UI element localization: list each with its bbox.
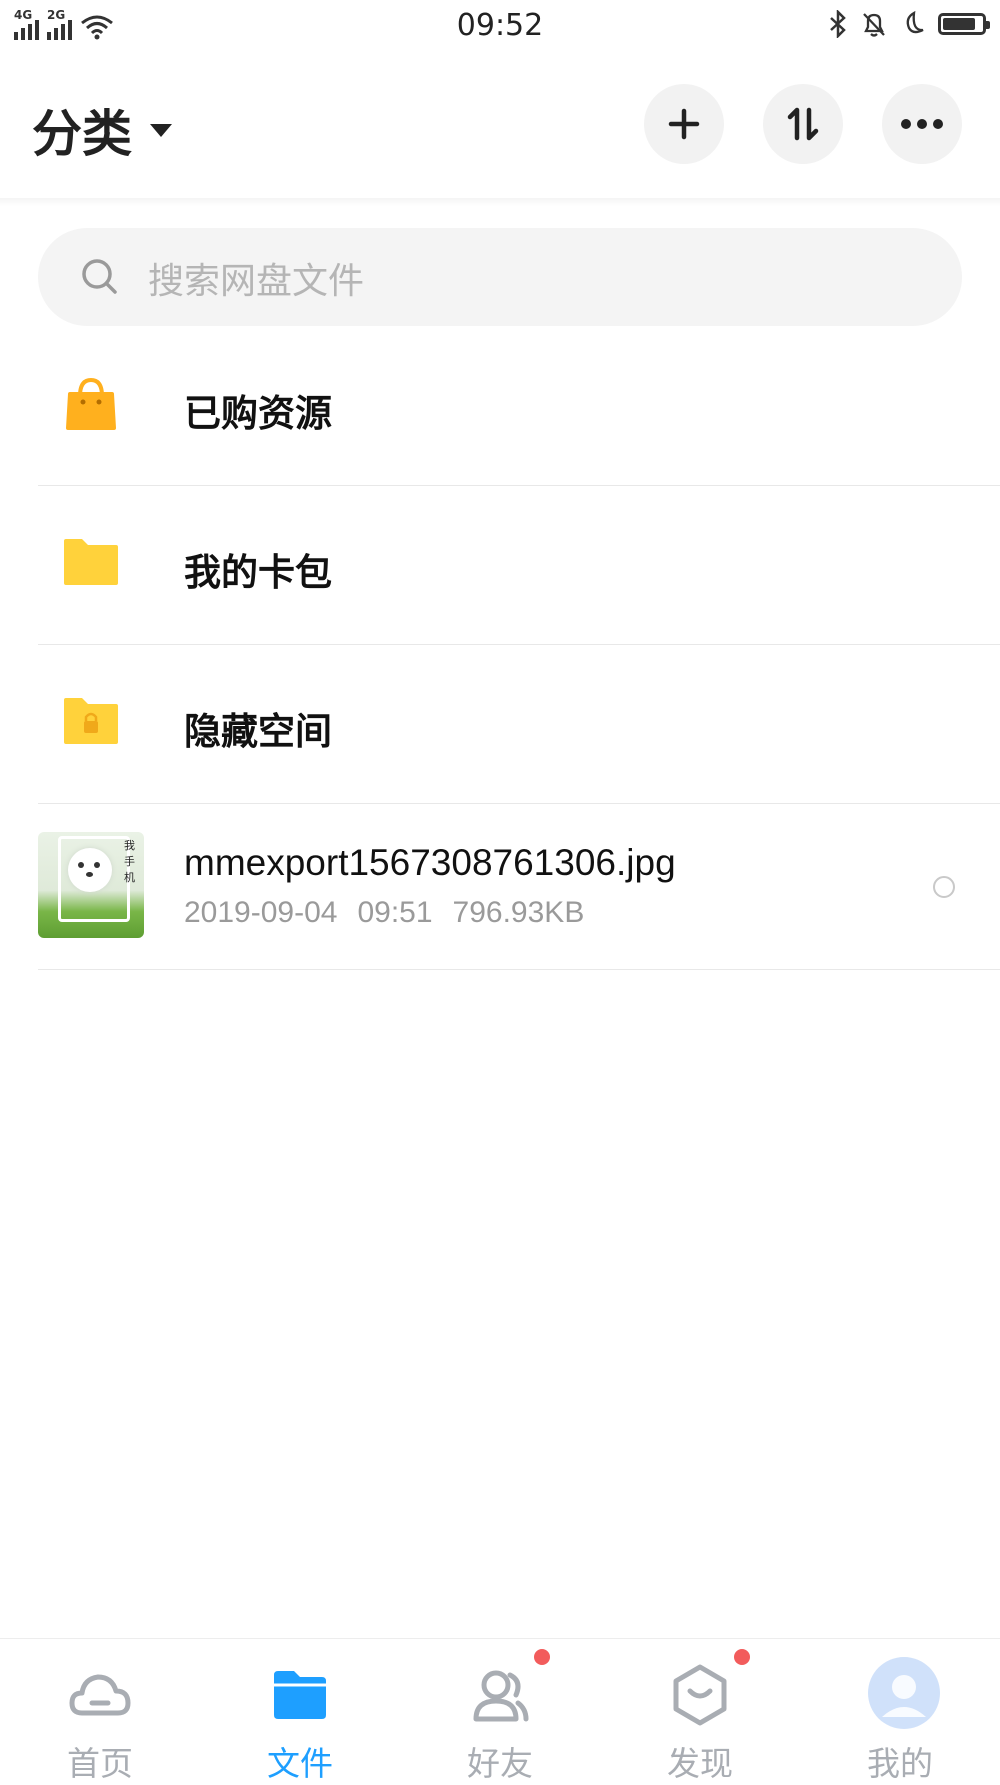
- header-divider: [0, 198, 1000, 206]
- sort-button[interactable]: [763, 84, 843, 164]
- profile-icon: [868, 1657, 940, 1729]
- list-divider: [38, 485, 1000, 486]
- discover-icon: [673, 1664, 727, 1726]
- status-bar: 4G 2G 09:52: [0, 0, 1000, 52]
- moon-icon: [906, 10, 924, 34]
- status-icons: [828, 10, 990, 38]
- search-icon: [82, 259, 117, 294]
- folder-icon: [64, 539, 118, 585]
- bottom-nav: 首页 文件 好友 发现 我的: [0, 1638, 1000, 1783]
- battery-icon: [938, 13, 990, 35]
- list-item-label: 我的卡包: [184, 551, 332, 594]
- dog-image: [68, 848, 112, 892]
- friends-icon: [473, 1670, 529, 1722]
- search-placeholder: 搜索网盘文件: [148, 261, 365, 302]
- tab-profile[interactable]: 我的: [800, 1639, 1000, 1783]
- tab-friends[interactable]: 好友: [400, 1639, 600, 1783]
- file-time: 09:51: [357, 896, 433, 929]
- plus-icon: [668, 108, 700, 140]
- bell-mute-icon: [863, 13, 885, 37]
- locked-folder-icon: [64, 698, 118, 744]
- page-title: 分类: [32, 105, 132, 163]
- file-size: 796.93KB: [452, 896, 585, 929]
- list-item-hidden-space[interactable]: 隐藏空间: [0, 646, 1000, 804]
- search-input[interactable]: 搜索网盘文件: [38, 228, 962, 326]
- file-date: 2019-09-04: [184, 896, 338, 929]
- list-divider: [38, 969, 1000, 970]
- list-item-card-wallet[interactable]: 我的卡包: [0, 487, 1000, 645]
- file-row[interactable]: [0, 805, 1000, 970]
- caret-down-icon: [150, 123, 172, 137]
- bluetooth-icon: [830, 10, 846, 38]
- file-thumbnail: 我手机: [38, 832, 144, 938]
- folder-icon: [274, 1671, 326, 1719]
- notification-badge: [734, 1649, 750, 1665]
- tab-home[interactable]: 首页: [0, 1639, 200, 1783]
- list-item-purchased[interactable]: 已购资源: [0, 328, 1000, 486]
- more-icon: [901, 119, 943, 129]
- list-divider: [38, 644, 1000, 645]
- thumbnail-caption: 我手机: [124, 839, 135, 884]
- more-button[interactable]: [882, 84, 962, 164]
- file-name: mmexport1567308761306.jpg: [184, 842, 676, 883]
- battery-level: [943, 18, 975, 30]
- header: 分类: [0, 52, 1000, 200]
- shopping-bag-icon: [66, 377, 116, 430]
- sort-icon: [787, 107, 819, 141]
- select-radio[interactable]: [933, 876, 955, 898]
- file-meta: 2019-09-04 09:51 796.93KB: [184, 896, 604, 930]
- list-item-label: 隐藏空间: [184, 710, 332, 753]
- category-dropdown[interactable]: 分类: [32, 94, 172, 166]
- list-divider: [38, 803, 1000, 804]
- add-button[interactable]: [644, 84, 724, 164]
- tab-files[interactable]: 文件: [200, 1639, 400, 1783]
- notification-badge: [534, 1649, 550, 1665]
- cloud-icon: [69, 1674, 131, 1716]
- tab-discover[interactable]: 发现: [600, 1639, 800, 1783]
- list-item-label: 已购资源: [184, 392, 332, 435]
